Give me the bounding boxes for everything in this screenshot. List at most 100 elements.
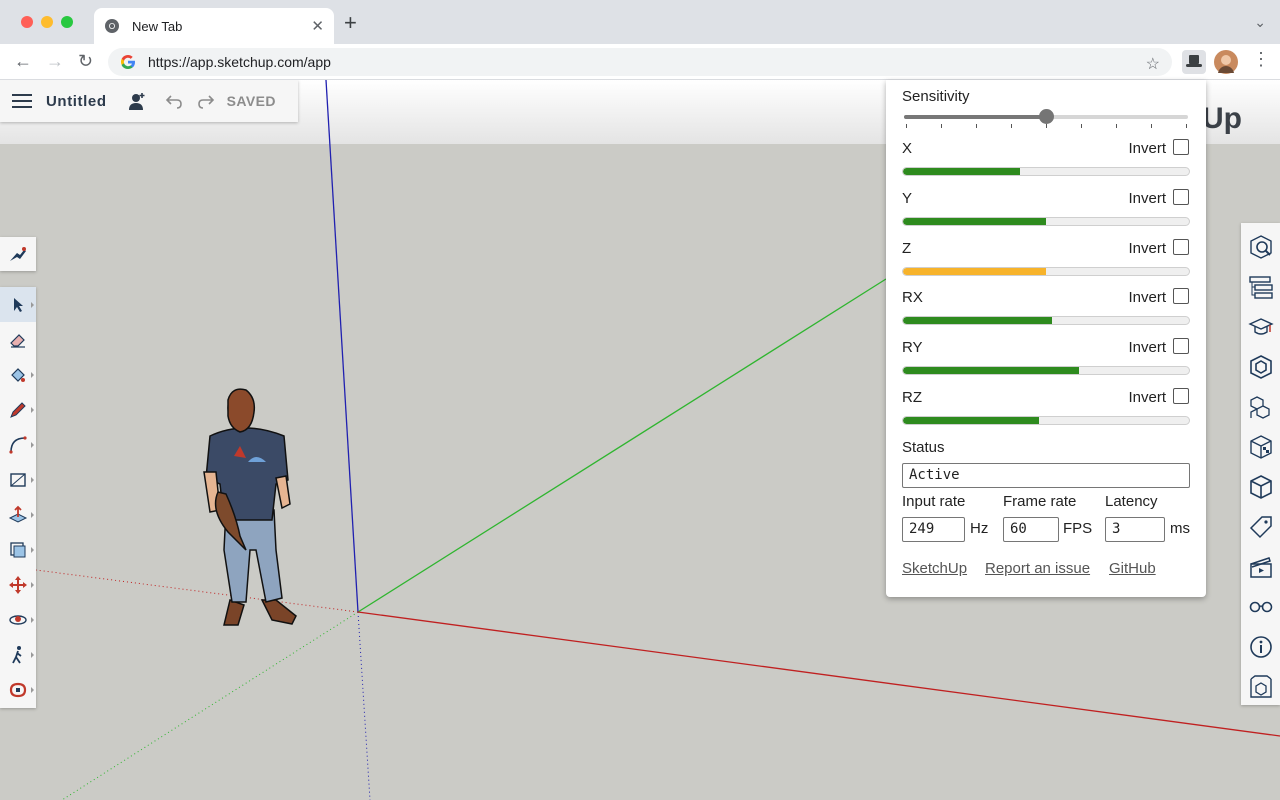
maximize-window-button[interactable]: [61, 16, 73, 28]
axis-meter-fill-z: [903, 268, 1046, 275]
arc-icon: [9, 435, 27, 454]
browser-menu-icon[interactable]: ⋮: [1252, 50, 1270, 68]
sketchup-logo-text: Up: [1202, 102, 1242, 135]
axis-meter-y: [902, 217, 1190, 226]
tag-icon: [1249, 516, 1272, 539]
browser-tab-strip: New Tab ✕ + ⌄: [0, 0, 1280, 44]
frame-rate-field[interactable]: 60: [1003, 517, 1059, 542]
report-issue-link[interactable]: Report an issue: [985, 560, 1090, 577]
move-tool[interactable]: [0, 567, 36, 602]
rectangle-tool[interactable]: [0, 462, 36, 497]
red-axis-negative: [35, 569, 359, 613]
minimize-window-button[interactable]: [41, 16, 53, 28]
model-title[interactable]: Untitled: [46, 93, 107, 110]
components-button[interactable]: [1241, 347, 1280, 387]
model-info-button[interactable]: [1241, 627, 1280, 667]
save-status: SAVED: [226, 93, 276, 109]
paint-bucket-tool[interactable]: [0, 357, 36, 392]
invert-checkbox-x[interactable]: [1173, 139, 1189, 155]
instructor-button[interactable]: [1241, 307, 1280, 347]
sketchup-link[interactable]: SketchUp: [902, 560, 967, 577]
scale-figure: [203, 388, 297, 626]
walk-tool[interactable]: [0, 637, 36, 672]
status-label: Status: [902, 439, 945, 456]
slider-tick: [1186, 124, 1187, 128]
search-tool-button[interactable]: [0, 237, 36, 272]
axis-meter-ry: [902, 366, 1190, 375]
rotate-tool[interactable]: [0, 672, 36, 707]
axis-label-rz: RZ: [902, 389, 922, 406]
hamburger-menu-icon[interactable]: [12, 94, 32, 108]
invert-checkbox-ry[interactable]: [1173, 338, 1189, 354]
axis-label-ry: RY: [902, 339, 923, 356]
invert-checkbox-rz[interactable]: [1173, 388, 1189, 404]
clapperboard-icon: [1249, 557, 1272, 578]
new-tab-button[interactable]: +: [344, 12, 357, 34]
axis-meter-fill-y: [903, 218, 1046, 225]
eraser-tool[interactable]: [0, 322, 36, 357]
display-button[interactable]: [1241, 587, 1280, 627]
file-bar: Untitled SAVED: [0, 80, 298, 122]
rotate-icon: [9, 682, 27, 697]
blue-axis-negative: [357, 611, 371, 800]
materials-button[interactable]: [1241, 387, 1280, 427]
scenes-button[interactable]: [1241, 547, 1280, 587]
line-tool[interactable]: [0, 392, 36, 427]
move-icon: [9, 575, 27, 594]
axis-meter-fill-ry: [903, 367, 1079, 374]
back-icon[interactable]: ←: [14, 52, 32, 70]
eraser-icon: [10, 333, 25, 348]
input-rate-unit: Hz: [970, 520, 989, 537]
tab-search-icon[interactable]: ⌄: [1254, 14, 1266, 31]
paint-bucket-icon: [11, 367, 25, 382]
green-axis: [357, 278, 887, 613]
entity-info-button[interactable]: [1241, 227, 1280, 267]
axis-label-z: Z: [902, 240, 912, 257]
axis-meter-fill-x: [903, 168, 1021, 175]
slider-tick: [1081, 124, 1082, 128]
sensitivity-slider-fill: [904, 115, 1046, 119]
sensitivity-slider[interactable]: [904, 109, 1188, 124]
invert-checkbox-rx[interactable]: [1173, 288, 1189, 304]
outliner-button[interactable]: [1241, 267, 1280, 307]
extension-icon[interactable]: [1182, 50, 1206, 74]
github-link[interactable]: GitHub: [1109, 560, 1156, 577]
sensitivity-slider-thumb[interactable]: [1039, 109, 1054, 124]
share-user-icon[interactable]: [128, 92, 147, 110]
entity-info-icon: [1249, 235, 1272, 259]
axis-label-y: Y: [902, 190, 913, 207]
warehouse-icon: [1249, 675, 1272, 698]
bookmark-star-icon[interactable]: ☆: [1146, 54, 1160, 74]
solid-box-icon: [1249, 475, 1272, 499]
push-pull-tool[interactable]: [0, 497, 36, 532]
axis-meter-x: [902, 167, 1190, 176]
invert-label-ry: Invert: [1128, 339, 1166, 356]
invert-checkbox-z[interactable]: [1173, 239, 1189, 255]
address-bar[interactable]: https://app.sketchup.com/app ☆: [108, 48, 1172, 76]
sensitivity-label: Sensitivity: [902, 88, 970, 105]
latency-field[interactable]: 3: [1105, 517, 1165, 542]
reload-icon[interactable]: ↻: [78, 52, 93, 70]
solid-tools-button[interactable]: [1241, 467, 1280, 507]
3d-warehouse-button[interactable]: [1241, 667, 1280, 707]
undo-icon[interactable]: [165, 92, 183, 110]
offset-icon: [10, 541, 26, 557]
offset-tool[interactable]: [0, 532, 36, 567]
select-tool[interactable]: [0, 287, 36, 322]
profile-avatar[interactable]: [1214, 50, 1238, 74]
orbit-tool[interactable]: [0, 602, 36, 637]
invert-label-y: Invert: [1128, 190, 1166, 207]
forward-icon[interactable]: →: [46, 52, 64, 70]
browser-tab[interactable]: New Tab ✕: [94, 8, 334, 44]
invert-checkbox-y[interactable]: [1173, 189, 1189, 205]
close-window-button[interactable]: [21, 16, 33, 28]
tags-button[interactable]: [1241, 507, 1280, 547]
input-rate-field[interactable]: 249: [902, 517, 965, 542]
styles-button[interactable]: [1241, 427, 1280, 467]
redo-icon[interactable]: [197, 92, 215, 110]
status-field[interactable]: Active: [902, 463, 1190, 488]
arc-tool[interactable]: [0, 427, 36, 462]
close-tab-icon[interactable]: ✕: [311, 17, 324, 35]
search-tool-panel: [0, 237, 36, 271]
tab-title: New Tab: [132, 18, 183, 34]
